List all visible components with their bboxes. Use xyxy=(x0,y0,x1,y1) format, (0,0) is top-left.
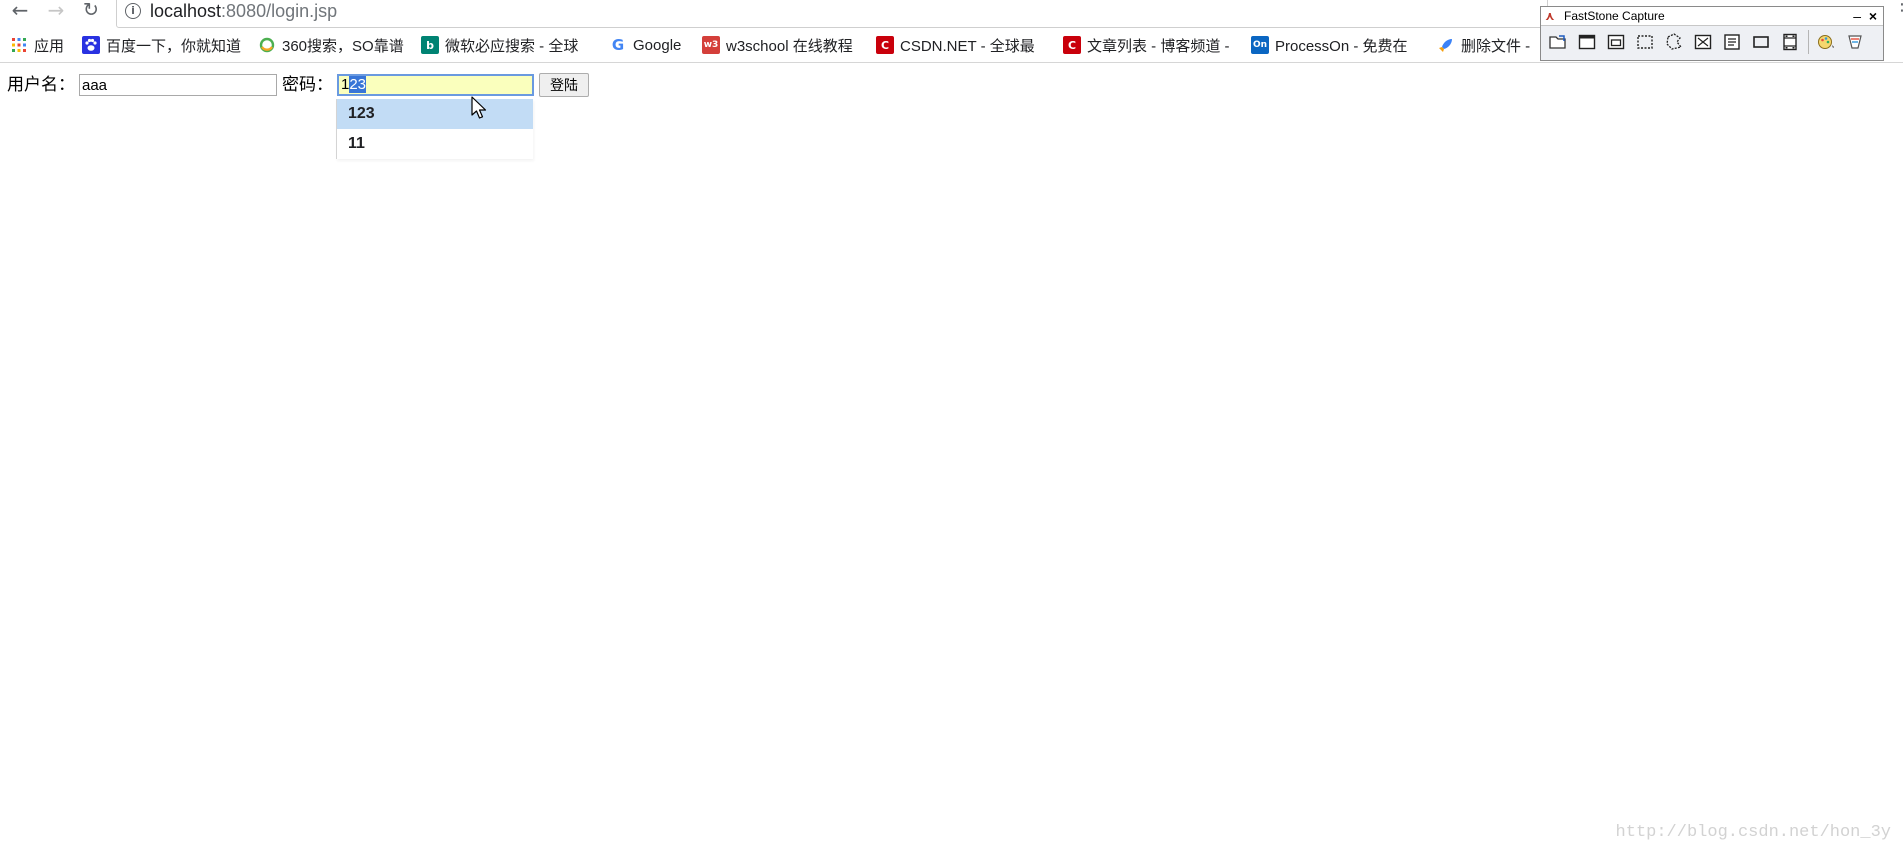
bookmark-processon[interactable]: On ProcessOn - 免费在 xyxy=(1251,32,1423,58)
bookmark-blog-articles[interactable]: C 文章列表 - 博客频道 - xyxy=(1063,32,1235,58)
autocomplete-option[interactable]: 11 xyxy=(337,129,533,159)
bookmark-label: CSDN.NET - 全球最 xyxy=(900,37,1035,55)
baidu-paw-icon xyxy=(82,36,100,54)
capture-object-icon[interactable] xyxy=(1603,29,1629,55)
bookmark-label: 微软必应搜索 - 全球 xyxy=(445,37,579,55)
csdn-icon: C xyxy=(876,36,894,54)
username-label: 用户名： xyxy=(7,75,75,94)
faststone-title: FastStone Capture xyxy=(1564,9,1665,23)
password-label: 密码： xyxy=(282,75,333,94)
bookmark-bing[interactable]: b 微软必应搜索 - 全球 xyxy=(421,32,593,58)
capture-window-icon[interactable] xyxy=(1574,29,1600,55)
toolbar-separator xyxy=(1808,30,1809,54)
screen-recorder-icon[interactable] xyxy=(1777,29,1803,55)
bookmarks-bar: 应用 百度一下，你就知道 360搜索，SO靠谱 b 微软必应搜索 - 全球 G … xyxy=(0,32,1560,58)
bookmark-apps[interactable]: 应用 xyxy=(10,32,64,58)
capture-full-screen-icon[interactable] xyxy=(1690,29,1716,55)
url-text: localhost:8080/login.jsp xyxy=(150,1,337,21)
faststone-title-bar[interactable]: ⋏ FastStone Capture – × xyxy=(1541,7,1883,26)
password-selected-text: 23 xyxy=(349,76,367,93)
capture-fixed-region-icon[interactable] xyxy=(1748,29,1774,55)
password-input[interactable]: 123 xyxy=(337,74,534,96)
bing-icon: b xyxy=(421,36,439,54)
bookmark-baidu[interactable]: 百度一下，你就知道 xyxy=(82,32,248,58)
bookmark-label: 360搜索，SO靠谱 xyxy=(282,37,404,55)
autocomplete-option[interactable]: 123 xyxy=(337,99,533,129)
back-arrow-icon[interactable]: ← xyxy=(6,0,34,22)
processon-icon: On xyxy=(1251,36,1269,54)
360-icon xyxy=(258,36,276,54)
bookmark-label: 应用 xyxy=(34,37,65,55)
address-bar[interactable]: i localhost:8080/login.jsp xyxy=(116,0,1548,28)
bookmark-360[interactable]: 360搜索，SO靠谱 xyxy=(258,32,410,58)
bookmark-csdn[interactable]: C CSDN.NET - 全球最 xyxy=(876,32,1048,58)
csdn-icon: C xyxy=(1063,36,1081,54)
autocomplete-dropdown: 123 11 xyxy=(336,99,533,159)
bookmark-label: 删除文件 - xyxy=(1461,37,1531,55)
close-button[interactable]: × xyxy=(1869,7,1877,25)
google-icon: G xyxy=(611,36,625,54)
open-file-icon[interactable] xyxy=(1545,29,1571,55)
forward-arrow-icon[interactable]: → xyxy=(42,0,70,22)
faststone-logo-icon: ⋏ xyxy=(1545,9,1555,23)
capture-freehand-icon[interactable] xyxy=(1661,29,1687,55)
faststone-tools xyxy=(1545,29,1871,57)
output-options-icon[interactable] xyxy=(1813,29,1839,55)
bookmark-label: 文章列表 - 博客频道 - xyxy=(1087,37,1230,55)
rocket-icon xyxy=(1437,36,1455,54)
bookmark-label: w3school 在线教程 xyxy=(726,37,853,55)
watermark: http://blog.csdn.net/hon_3y xyxy=(1615,823,1891,842)
bookmark-google[interactable]: G Google xyxy=(609,32,682,58)
username-input[interactable] xyxy=(79,74,277,96)
settings-tools-icon[interactable] xyxy=(1842,29,1868,55)
bookmark-w3school[interactable]: w3 w3school 在线教程 xyxy=(702,32,853,58)
bookmark-label: ProcessOn - 免费在 xyxy=(1275,37,1408,55)
login-button[interactable]: 登陆 xyxy=(539,73,589,97)
faststone-capture-toolbar[interactable]: ⋏ FastStone Capture – × xyxy=(1540,6,1884,61)
bookmark-label: Google xyxy=(633,36,682,54)
apps-grid-icon xyxy=(10,36,28,54)
bookmark-label: 百度一下，你就知道 xyxy=(106,37,242,55)
bookmark-delete-files[interactable]: 删除文件 - xyxy=(1437,32,1530,58)
minimize-button[interactable]: – xyxy=(1853,7,1861,25)
capture-rectangle-icon[interactable] xyxy=(1632,29,1658,55)
info-icon[interactable]: i xyxy=(125,3,141,19)
mouse-cursor-icon xyxy=(471,96,487,119)
browser-menu-icon[interactable]: ⋮ xyxy=(1893,0,1903,20)
capture-scrolling-icon[interactable] xyxy=(1719,29,1745,55)
url-host: localhost xyxy=(150,1,222,21)
reload-icon[interactable]: ↻ xyxy=(77,0,105,22)
url-path: :8080/login.jsp xyxy=(221,1,338,21)
w3school-icon: w3 xyxy=(702,36,720,54)
